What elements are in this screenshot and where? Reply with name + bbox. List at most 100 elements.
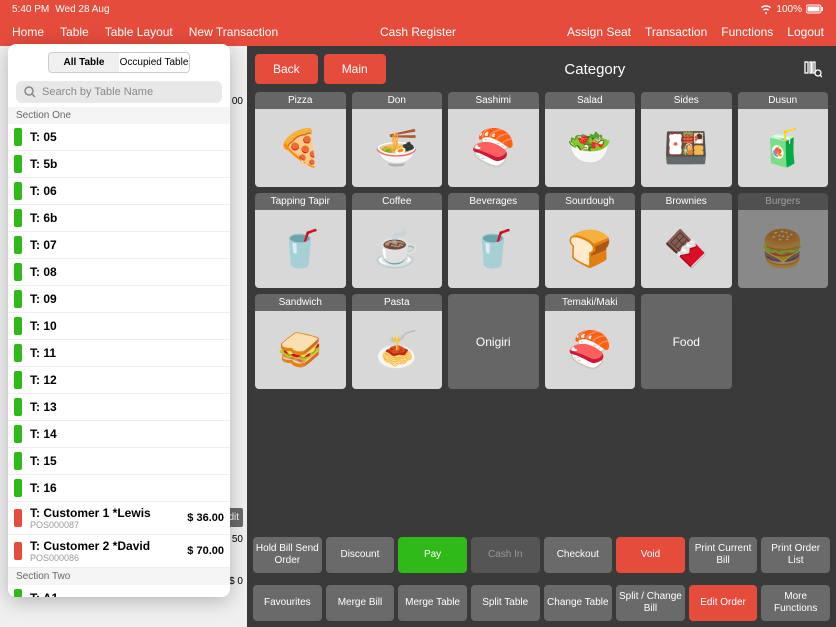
- func-merge-bill[interactable]: Merge Bill: [326, 585, 395, 621]
- category-label: Beverages: [448, 193, 539, 210]
- section-header: Section Two: [8, 568, 230, 585]
- table-price: $ 36.00: [187, 512, 224, 524]
- table-row[interactable]: T: 10: [8, 313, 230, 340]
- category-image: 🥤: [255, 210, 346, 288]
- main-button[interactable]: Main: [324, 54, 386, 84]
- nav-transaction[interactable]: Transaction: [645, 25, 707, 39]
- table-name: T: 16: [30, 481, 224, 495]
- nav-assign-seat[interactable]: Assign Seat: [567, 25, 631, 39]
- table-row[interactable]: T: 08: [8, 259, 230, 286]
- table-row[interactable]: T: 06: [8, 178, 230, 205]
- category-label: Dusun: [738, 92, 829, 109]
- func-pay[interactable]: Pay: [398, 537, 467, 573]
- table-row[interactable]: T: 11: [8, 340, 230, 367]
- table-row[interactable]: T: 6b: [8, 205, 230, 232]
- table-row[interactable]: T: 16: [8, 475, 230, 502]
- tab-occupied-table[interactable]: Occupied Table: [119, 53, 189, 72]
- func-favourites[interactable]: Favourites: [253, 585, 322, 621]
- table-row[interactable]: T: A1: [8, 585, 230, 597]
- status-indicator: [14, 290, 22, 308]
- search-placeholder: Search by Table Name: [42, 86, 153, 98]
- category-pizza[interactable]: Pizza🍕: [255, 92, 346, 187]
- category-sashimi[interactable]: Sashimi🍣: [448, 92, 539, 187]
- table-row[interactable]: T: 07: [8, 232, 230, 259]
- search-input[interactable]: Search by Table Name: [16, 81, 222, 103]
- func-print-order-list[interactable]: Print Order List: [761, 537, 830, 573]
- category-sandwich[interactable]: Sandwich🥪: [255, 294, 346, 389]
- table-name: T: 12: [30, 373, 224, 387]
- top-nav: Home Table Table Layout New Transaction Cas…: [0, 18, 836, 46]
- nav-functions[interactable]: Functions: [721, 25, 773, 39]
- table-name: T: 10: [30, 319, 224, 333]
- table-price: $ 70.00: [187, 545, 224, 557]
- func-void[interactable]: Void: [616, 537, 685, 573]
- status-indicator: [14, 479, 22, 497]
- category-dusun[interactable]: Dusun🧃: [738, 92, 829, 187]
- status-indicator: [14, 344, 22, 362]
- category-burgers[interactable]: Burgers🍔: [738, 193, 829, 288]
- table-row[interactable]: T: 14: [8, 421, 230, 448]
- status-indicator: [14, 509, 22, 527]
- barcode-search-icon[interactable]: [804, 60, 822, 78]
- func-cash-in[interactable]: Cash In: [471, 537, 540, 573]
- table-row[interactable]: T: 15: [8, 448, 230, 475]
- table-row[interactable]: T: 13: [8, 394, 230, 421]
- tab-all-table[interactable]: All Table: [49, 53, 119, 72]
- category-image: 🍝: [352, 311, 443, 389]
- battery-text: 100%: [776, 4, 802, 15]
- table-name: T: 09: [30, 292, 224, 306]
- table-row[interactable]: T: 5b: [8, 151, 230, 178]
- category-label: Sashimi: [448, 92, 539, 109]
- category-brownies[interactable]: Brownies🍫: [641, 193, 732, 288]
- func-edit-order[interactable]: Edit Order: [689, 585, 758, 621]
- category-tapping-tapir[interactable]: Tapping Tapir🥤: [255, 193, 346, 288]
- category-label: Pasta: [352, 294, 443, 311]
- func-checkout[interactable]: Checkout: [544, 537, 613, 573]
- back-button[interactable]: Back: [255, 54, 318, 84]
- func-hold-bill-send-order[interactable]: Hold Bill Send Order: [253, 537, 322, 573]
- nav-logout[interactable]: Logout: [787, 25, 824, 39]
- category-label: Tapping Tapir: [255, 193, 346, 210]
- func-split-table[interactable]: Split Table: [471, 585, 540, 621]
- table-row[interactable]: T: Customer 1 *LewisPOS000087$ 36.00: [8, 502, 230, 535]
- wifi-icon: [760, 4, 772, 14]
- func-split-change-bill[interactable]: Split / Change Bill: [616, 585, 685, 621]
- func-merge-table[interactable]: Merge Table: [398, 585, 467, 621]
- category-sourdough[interactable]: Sourdough🍞: [545, 193, 636, 288]
- table-sub: POS000087: [30, 520, 187, 530]
- func-discount[interactable]: Discount: [326, 537, 395, 573]
- category-onigiri[interactable]: Onigiri: [448, 294, 539, 389]
- func-change-table[interactable]: Change Table: [544, 585, 613, 621]
- category-label: Brownies: [641, 193, 732, 210]
- table-row[interactable]: T: Customer 2 *DavidPOS000086$ 70.00: [8, 535, 230, 568]
- table-name: T: 6b: [30, 211, 224, 225]
- category-image: 🍕: [255, 109, 346, 187]
- func-print-current-bill[interactable]: Print Current Bill: [689, 537, 758, 573]
- category-coffee[interactable]: Coffee☕: [352, 193, 443, 288]
- nav-new-transaction[interactable]: New Transaction: [189, 25, 278, 39]
- nav-table[interactable]: Table: [60, 25, 89, 39]
- page-title: Cash Register: [380, 25, 456, 39]
- category-temaki-maki[interactable]: Temaki/Maki🍣: [545, 294, 636, 389]
- nav-home[interactable]: Home: [12, 25, 44, 39]
- table-row[interactable]: T: 05: [8, 124, 230, 151]
- category-pasta[interactable]: Pasta🍝: [352, 294, 443, 389]
- status-indicator: [14, 371, 22, 389]
- table-row[interactable]: T: 12: [8, 367, 230, 394]
- category-salad[interactable]: Salad🥗: [545, 92, 636, 187]
- func-more-functions[interactable]: More Functions: [761, 585, 830, 621]
- category-food[interactable]: Food: [641, 294, 732, 389]
- status-indicator: [14, 398, 22, 416]
- category-sides[interactable]: Sides🍱: [641, 92, 732, 187]
- nav-table-layout[interactable]: Table Layout: [105, 25, 173, 39]
- table-name: T: 14: [30, 427, 224, 441]
- category-header: Back Main Category: [247, 46, 836, 92]
- category-beverages[interactable]: Beverages🥤: [448, 193, 539, 288]
- category-image: 🍣: [448, 109, 539, 187]
- category-don[interactable]: Don🍜: [352, 92, 443, 187]
- status-indicator: [14, 542, 22, 560]
- right-panel: Back Main Category Pizza🍕Don🍜Sashimi🍣Sal…: [247, 46, 836, 627]
- category-label: Sandwich: [255, 294, 346, 311]
- category-label: Burgers: [738, 193, 829, 210]
- table-row[interactable]: T: 09: [8, 286, 230, 313]
